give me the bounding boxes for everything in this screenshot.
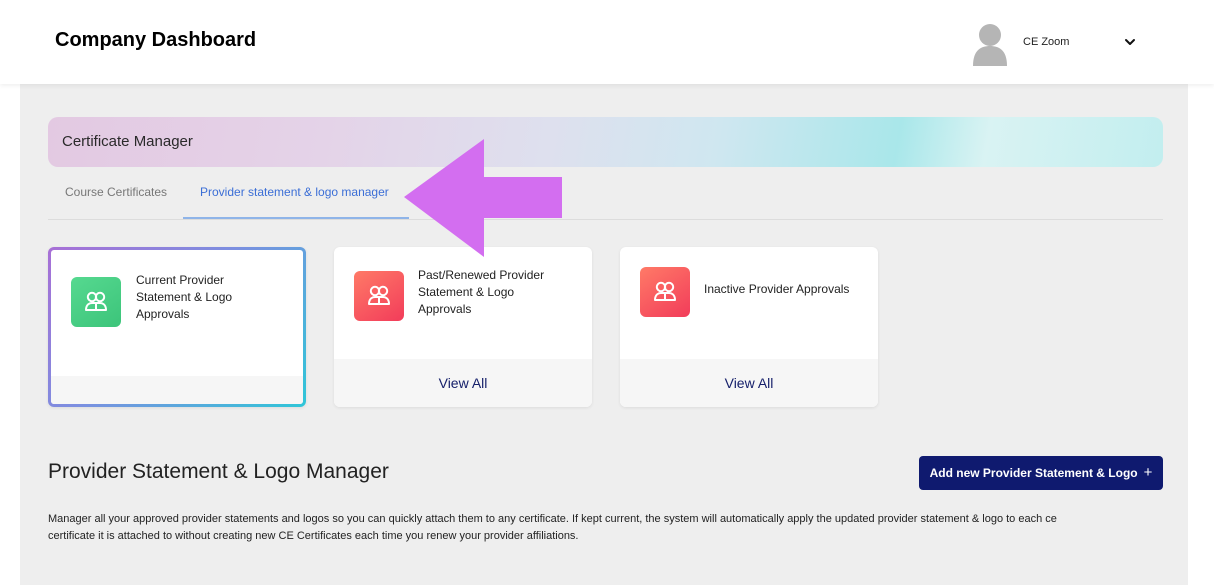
- card-title-line: Statement & Logo: [136, 290, 233, 304]
- tab-course-certificates[interactable]: Course Certificates: [65, 185, 167, 199]
- section-title: Provider Statement & Logo Manager: [48, 460, 389, 483]
- main-content: Certificate Manager Course Certificates …: [20, 84, 1188, 585]
- certificate-manager-banner: Certificate Manager: [48, 117, 1163, 167]
- add-button-label: Add new Provider Statement & Logo: [929, 466, 1138, 480]
- active-tab-indicator: [183, 217, 409, 219]
- card-inactive-approvals[interactable]: Inactive Provider Approvals View All: [620, 247, 878, 407]
- card-footer: [51, 376, 303, 404]
- avatar-icon[interactable]: [970, 20, 1010, 66]
- chevron-down-icon[interactable]: [1123, 35, 1137, 49]
- banner-title: Certificate Manager: [62, 133, 193, 150]
- description-line: certificate it is attached to without cr…: [48, 530, 579, 542]
- users-icon: [640, 267, 690, 317]
- section-description: Manager all your approved provider state…: [48, 511, 1168, 545]
- annotation-arrow-icon: [404, 139, 564, 264]
- card-title-line: Approvals: [418, 302, 472, 316]
- page-title: Company Dashboard: [55, 29, 257, 51]
- plus-icon: +: [1143, 464, 1153, 481]
- card-title-line: Statement & Logo: [418, 285, 515, 299]
- card-current-approvals[interactable]: Current Provider Statement & Logo Approv…: [48, 247, 306, 407]
- card-title-line: Current Provider: [136, 273, 225, 287]
- card-title: Past/Renewed Provider Statement & Logo A…: [418, 267, 544, 318]
- top-bar: Company Dashboard CE Zoom: [0, 0, 1214, 84]
- add-provider-statement-button[interactable]: Add new Provider Statement & Logo +: [919, 456, 1163, 490]
- user-name[interactable]: CE Zoom: [1023, 36, 1069, 48]
- view-all-link[interactable]: View All: [620, 359, 878, 407]
- card-past-renewed-approvals[interactable]: Past/Renewed Provider Statement & Logo A…: [334, 247, 592, 407]
- tab-provider-statement-logo-manager[interactable]: Provider statement & logo manager: [200, 185, 389, 199]
- description-line: Manager all your approved provider state…: [48, 513, 1057, 525]
- card-title-line: Past/Renewed Provider: [418, 268, 545, 282]
- card-title-line: Inactive Provider Approvals: [704, 282, 850, 296]
- tabs-divider: [48, 219, 1163, 220]
- users-icon: [354, 271, 404, 321]
- card-title: Inactive Provider Approvals: [704, 281, 849, 298]
- view-all-link[interactable]: View All: [334, 359, 592, 407]
- card-title: Current Provider Statement & Logo Approv…: [136, 272, 232, 323]
- users-icon: [71, 277, 121, 327]
- card-title-line: Approvals: [136, 307, 190, 321]
